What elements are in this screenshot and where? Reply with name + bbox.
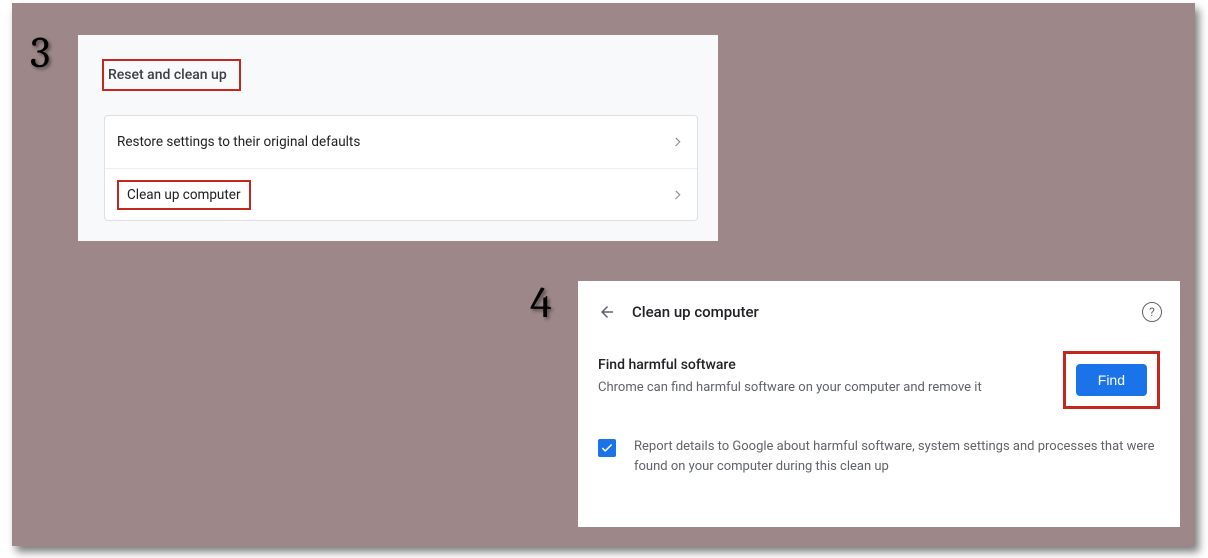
cleanup-panel: Clean up computer ? Find harmful softwar… (578, 281, 1180, 527)
report-text: Report details to Google about harmful s… (634, 437, 1160, 476)
report-checkbox[interactable] (598, 439, 616, 457)
find-button-highlight: Find (1063, 351, 1160, 409)
find-description: Chrome can find harmful software on your… (598, 379, 1051, 398)
row-label: Clean up computer (117, 180, 251, 210)
tutorial-canvas: 3 Reset and clean up Restore settings to… (12, 3, 1195, 546)
panel-header: Clean up computer ? (578, 281, 1180, 343)
section-title: Reset and clean up (102, 59, 241, 91)
report-row: Report details to Google about harmful s… (598, 437, 1160, 476)
chevron-right-icon (672, 190, 681, 199)
find-button[interactable]: Find (1076, 364, 1147, 396)
step-number-4: 4 (530, 277, 552, 328)
step-number-3: 3 (30, 27, 50, 78)
back-arrow-icon[interactable] (596, 301, 618, 323)
page-title: Clean up computer (632, 303, 1142, 321)
row-label: Restore settings to their original defau… (117, 134, 673, 150)
settings-card: Restore settings to their original defau… (104, 115, 698, 221)
restore-defaults-row[interactable]: Restore settings to their original defau… (105, 116, 697, 168)
clean-up-computer-row[interactable]: Clean up computer (105, 168, 697, 220)
help-icon[interactable]: ? (1142, 302, 1162, 322)
reset-cleanup-panel: Reset and clean up Restore settings to t… (78, 35, 718, 241)
find-heading: Find harmful software (598, 357, 1051, 373)
find-software-row: Find harmful software Chrome can find ha… (598, 351, 1160, 409)
